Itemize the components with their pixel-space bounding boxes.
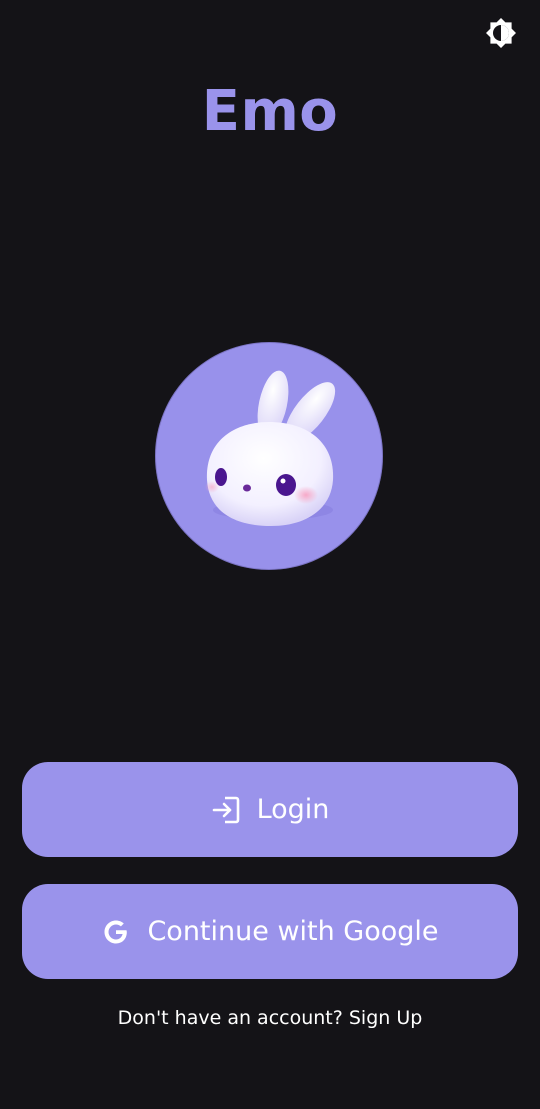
app-logo xyxy=(155,342,383,570)
google-g-icon xyxy=(101,917,131,947)
theme-toggle-button[interactable] xyxy=(484,18,518,52)
signup-prompt: Don't have an account? Sign Up xyxy=(0,1007,540,1029)
google-button-label: Continue with Google xyxy=(147,916,439,947)
app-title: Emo xyxy=(201,79,339,144)
brightness-contrast-icon xyxy=(485,17,517,53)
google-signin-button[interactable]: Continue with Google xyxy=(22,884,518,979)
login-button-label: Login xyxy=(256,794,330,825)
bunny-mascot-icon xyxy=(205,370,336,526)
login-arrow-icon xyxy=(211,795,241,825)
signup-prompt-text: Don't have an account? xyxy=(117,1007,343,1029)
login-button[interactable]: Login xyxy=(22,762,518,857)
signup-link[interactable]: Sign Up xyxy=(349,1007,422,1029)
